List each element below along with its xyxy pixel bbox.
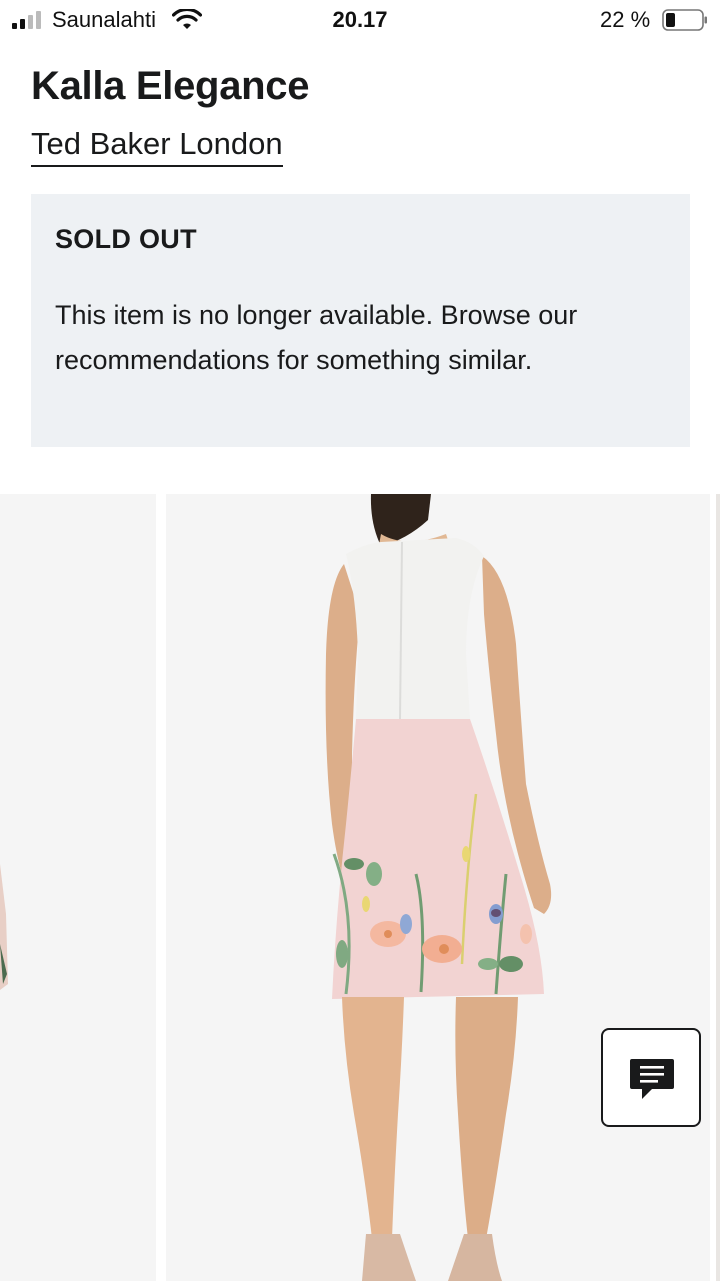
sold-out-message: This item is no longer available. Browse… [55, 300, 578, 375]
product-image [166, 494, 710, 1281]
carousel-slide-current[interactable] [166, 494, 710, 1281]
carousel-slide-next[interactable] [716, 494, 720, 1281]
previous-product-image [0, 494, 156, 1281]
product-image-carousel[interactable] [0, 494, 720, 1281]
chat-icon [630, 1059, 674, 1099]
carousel-slide-previous[interactable] [0, 494, 156, 1281]
battery-icon [662, 9, 707, 31]
brand-link[interactable]: Ted Baker London [31, 126, 283, 167]
product-title: Kalla Elegance [31, 64, 310, 108]
sold-out-notice: SOLD OUT This item is no longer availabl… [31, 194, 690, 447]
sold-out-heading: SOLD OUT [55, 224, 197, 254]
battery-percent: 22 % [600, 7, 651, 32]
chat-button[interactable] [601, 1028, 701, 1127]
status-bar: Saunalahti 20.17 22 % [0, 0, 720, 40]
